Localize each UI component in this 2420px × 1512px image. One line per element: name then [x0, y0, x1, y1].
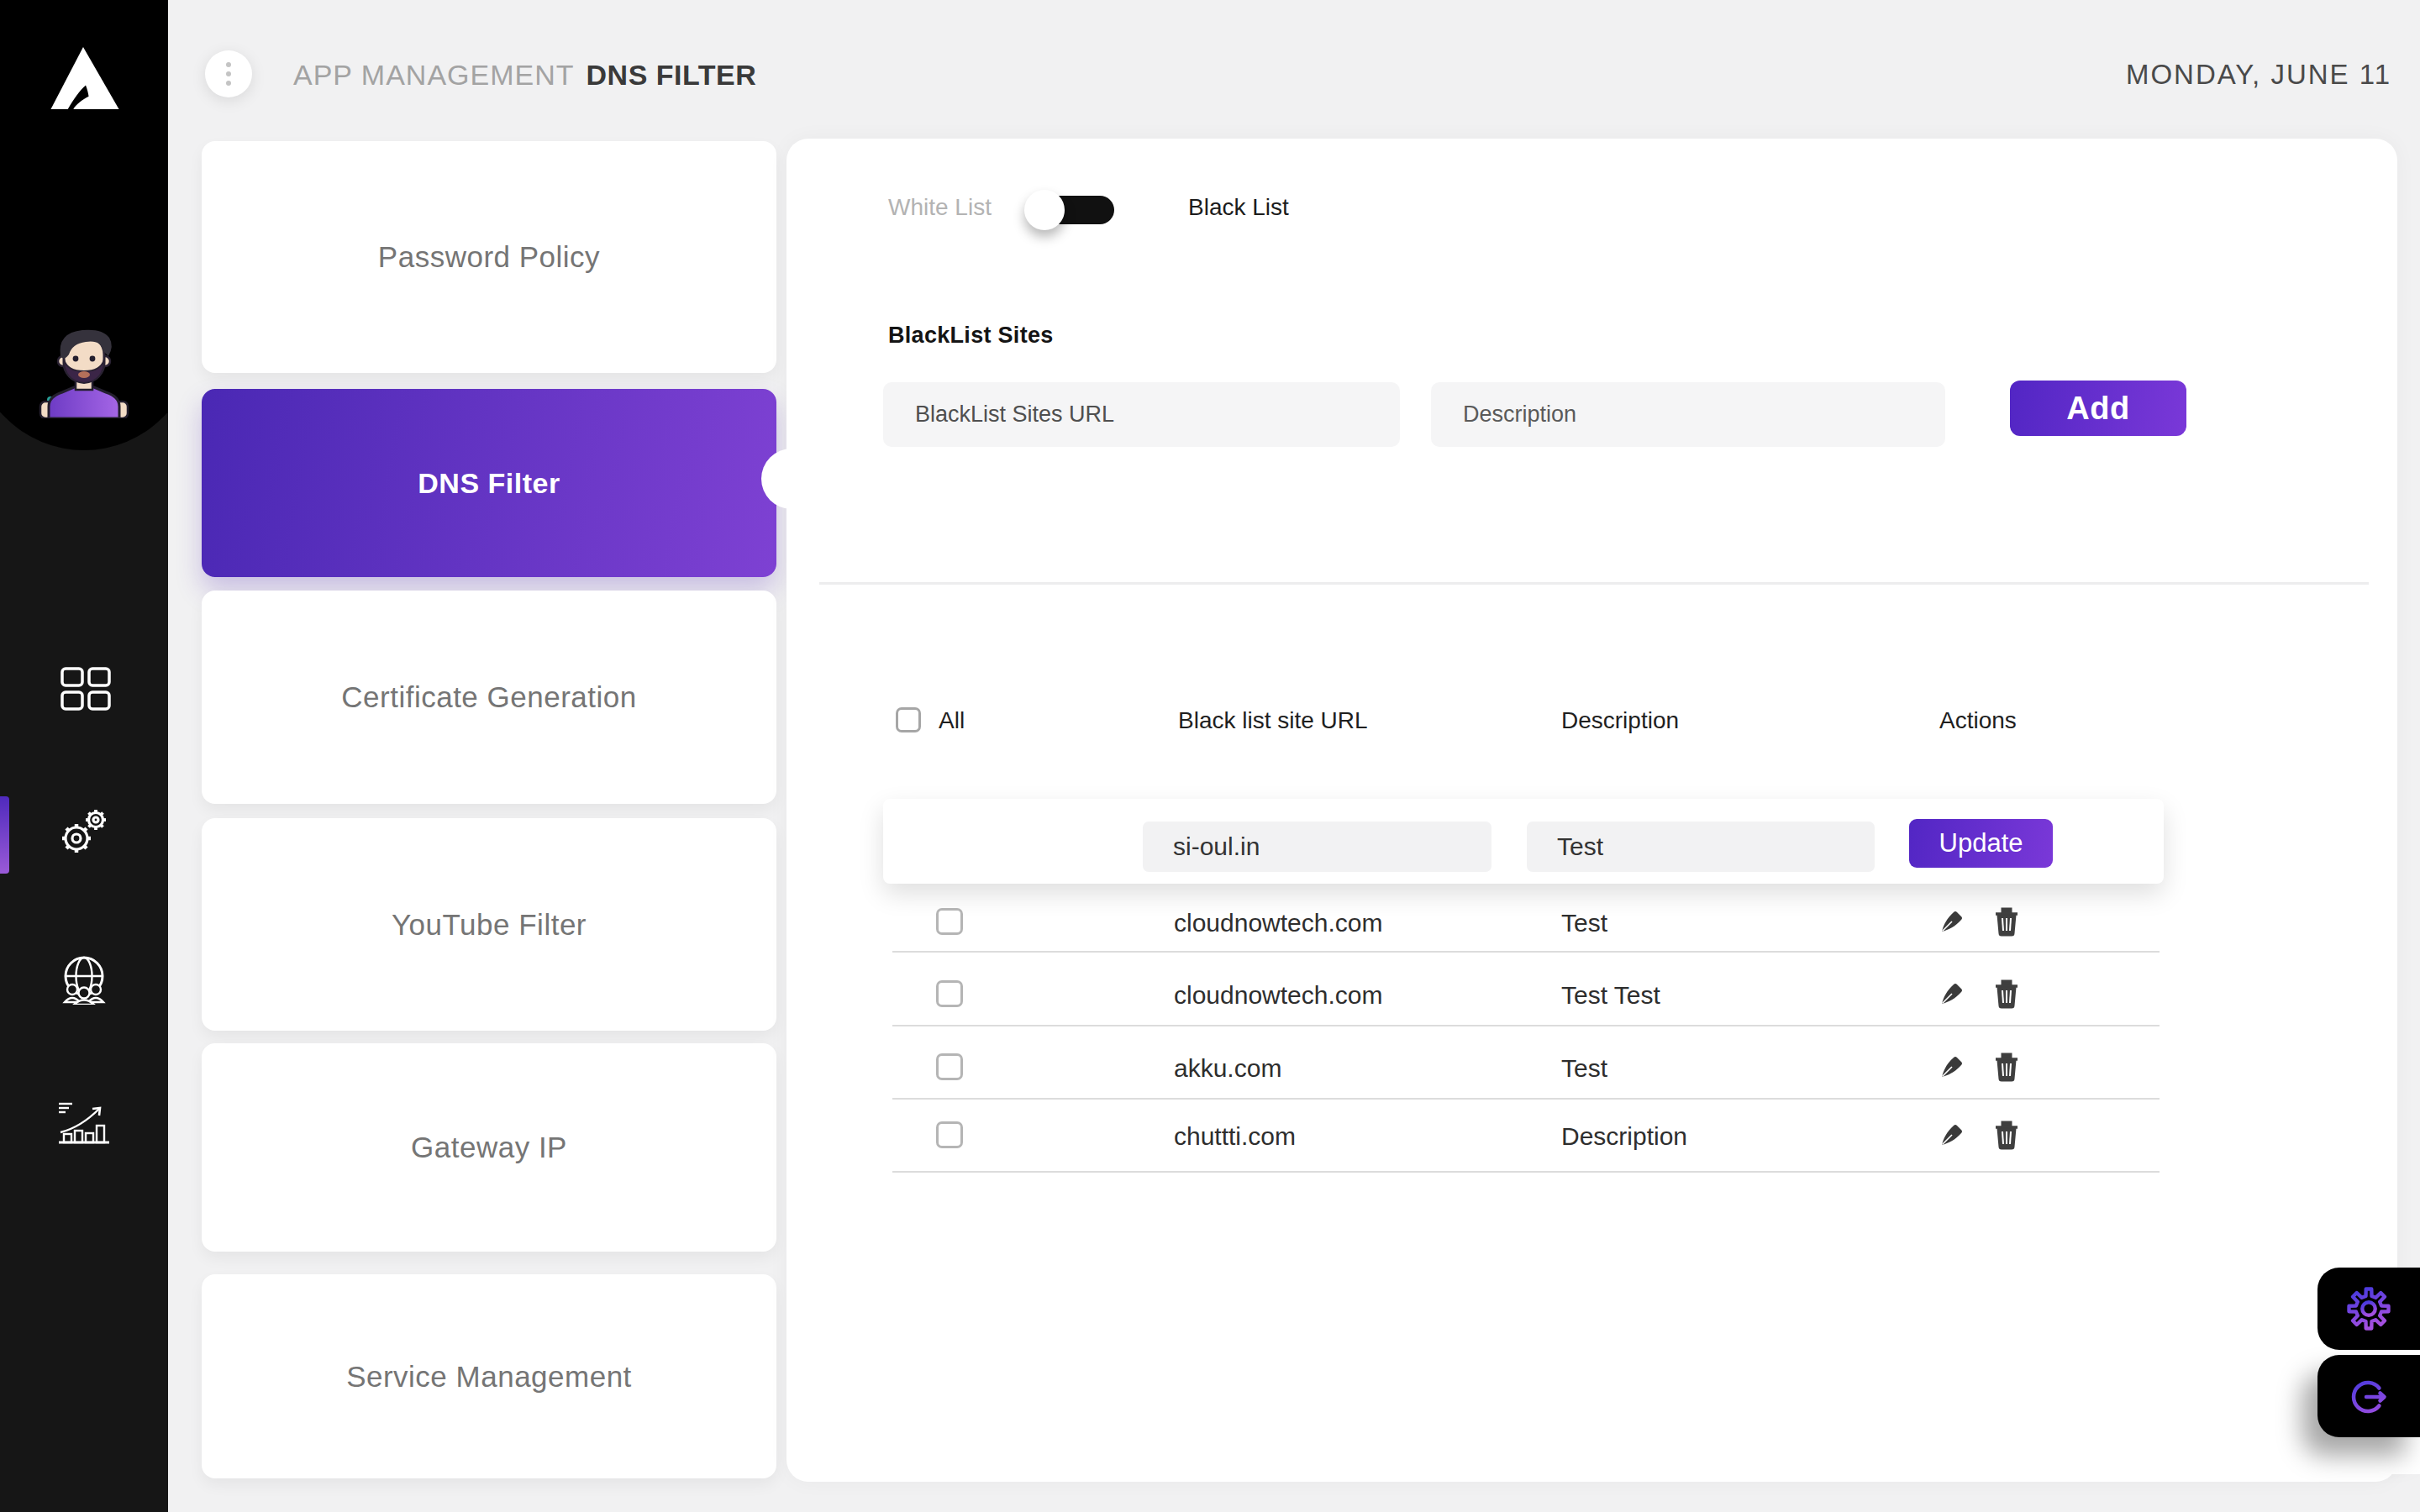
- row-separator: [892, 1171, 2160, 1173]
- row-checkbox[interactable]: [936, 1053, 963, 1080]
- row-checkbox[interactable]: [936, 980, 963, 1007]
- blacklist-label[interactable]: Black List: [1188, 194, 1289, 221]
- active-card-notch: [761, 449, 822, 509]
- description-input[interactable]: Description: [1431, 382, 1945, 447]
- menu-item-label: Gateway IP: [411, 1131, 567, 1164]
- row-url: akku.com: [1174, 1054, 1281, 1083]
- sidebar: [0, 0, 168, 1512]
- whitelist-label[interactable]: White List: [888, 194, 992, 221]
- value: si-oul.in: [1173, 832, 1260, 861]
- value: Test: [1557, 832, 1603, 861]
- analytics-chart-icon[interactable]: [57, 1099, 111, 1146]
- edit-url-input[interactable]: si-oul.in: [1143, 822, 1491, 872]
- blacklist-sites-label: BlackList Sites: [888, 323, 1054, 349]
- sidebar-active-indicator: [0, 796, 9, 874]
- row-url: cloudnowtech.com: [1174, 909, 1382, 937]
- app-logo-icon[interactable]: [50, 47, 119, 110]
- row-description: Test Test: [1561, 981, 1660, 1010]
- edit-description-input[interactable]: Test: [1527, 822, 1875, 872]
- row-description: Test: [1561, 909, 1607, 937]
- menu-item-label: Password Policy: [378, 240, 600, 274]
- main-panel: White List Black List BlackList Sites Bl…: [786, 139, 2397, 1482]
- avatar[interactable]: [34, 326, 134, 418]
- blacklist-url-input[interactable]: BlackList Sites URL: [883, 382, 1400, 447]
- menu-item-label: DNS Filter: [418, 467, 560, 500]
- menu-item-gateway-ip[interactable]: Gateway IP: [202, 1043, 776, 1252]
- delete-icon[interactable]: [1990, 905, 2023, 938]
- menu-item-label: Service Management: [346, 1360, 632, 1394]
- divider: [819, 582, 2369, 585]
- menu-item-certificate-generation[interactable]: Certificate Generation: [202, 591, 776, 804]
- column-header-actions: Actions: [1939, 707, 2017, 734]
- header-date: MONDAY, JUNE 11: [2126, 59, 2391, 91]
- select-all-checkbox[interactable]: [896, 707, 921, 732]
- delete-icon[interactable]: [1990, 1050, 2023, 1084]
- global-users-icon[interactable]: [57, 954, 111, 1005]
- select-all-label: All: [939, 707, 965, 734]
- settings-corner-button[interactable]: [2317, 1268, 2420, 1350]
- menu-item-dns-filter[interactable]: DNS Filter: [202, 389, 776, 577]
- delete-icon[interactable]: [1990, 1118, 2023, 1152]
- dot: [226, 71, 231, 76]
- row-separator: [892, 951, 2160, 953]
- breadcrumb-section: APP MANAGEMENT: [293, 59, 575, 91]
- logout-corner-button[interactable]: [2317, 1355, 2420, 1437]
- row-separator: [892, 1098, 2160, 1100]
- edit-row-card: si-oul.in Test Update: [883, 799, 2164, 884]
- settings-gears-icon[interactable]: [55, 806, 109, 858]
- logout-icon: [2344, 1373, 2391, 1420]
- row-url: cloudnowtech.com: [1174, 981, 1382, 1010]
- delete-icon[interactable]: [1990, 977, 2023, 1011]
- menu-item-password-policy[interactable]: Password Policy: [202, 141, 776, 373]
- column-header-url: Black list site URL: [1178, 707, 1368, 734]
- row-checkbox[interactable]: [936, 908, 963, 935]
- settings-gear-icon: [2343, 1283, 2395, 1335]
- breadcrumb: APP MANAGEMENT DNS FILTER: [293, 59, 756, 92]
- row-url: chuttti.com: [1174, 1122, 1296, 1151]
- page-title: DNS FILTER: [587, 59, 757, 91]
- dot: [226, 81, 231, 86]
- update-button[interactable]: Update: [1909, 819, 2053, 868]
- placeholder: BlackList Sites URL: [915, 402, 1114, 428]
- row-checkbox[interactable]: [936, 1121, 963, 1148]
- row-separator: [892, 1025, 2160, 1026]
- toggle-knob[interactable]: [1024, 190, 1065, 230]
- menu-dots-button[interactable]: [205, 50, 252, 97]
- add-button[interactable]: Add: [2010, 381, 2186, 436]
- placeholder: Description: [1463, 402, 1576, 428]
- edit-icon[interactable]: [1934, 1051, 1968, 1084]
- edit-icon[interactable]: [1934, 906, 1968, 939]
- app-grid-icon[interactable]: [59, 667, 113, 711]
- row-description: Description: [1561, 1122, 1687, 1151]
- menu-item-youtube-filter[interactable]: YouTube Filter: [202, 818, 776, 1031]
- menu-item-label: YouTube Filter: [392, 908, 587, 942]
- menu-item-label: Certificate Generation: [341, 680, 636, 714]
- dot: [226, 62, 231, 67]
- row-description: Test: [1561, 1054, 1607, 1083]
- edit-icon[interactable]: [1934, 1119, 1968, 1152]
- column-header-description: Description: [1561, 707, 1679, 734]
- edit-icon[interactable]: [1934, 978, 1968, 1011]
- menu-item-service-management[interactable]: Service Management: [202, 1274, 776, 1478]
